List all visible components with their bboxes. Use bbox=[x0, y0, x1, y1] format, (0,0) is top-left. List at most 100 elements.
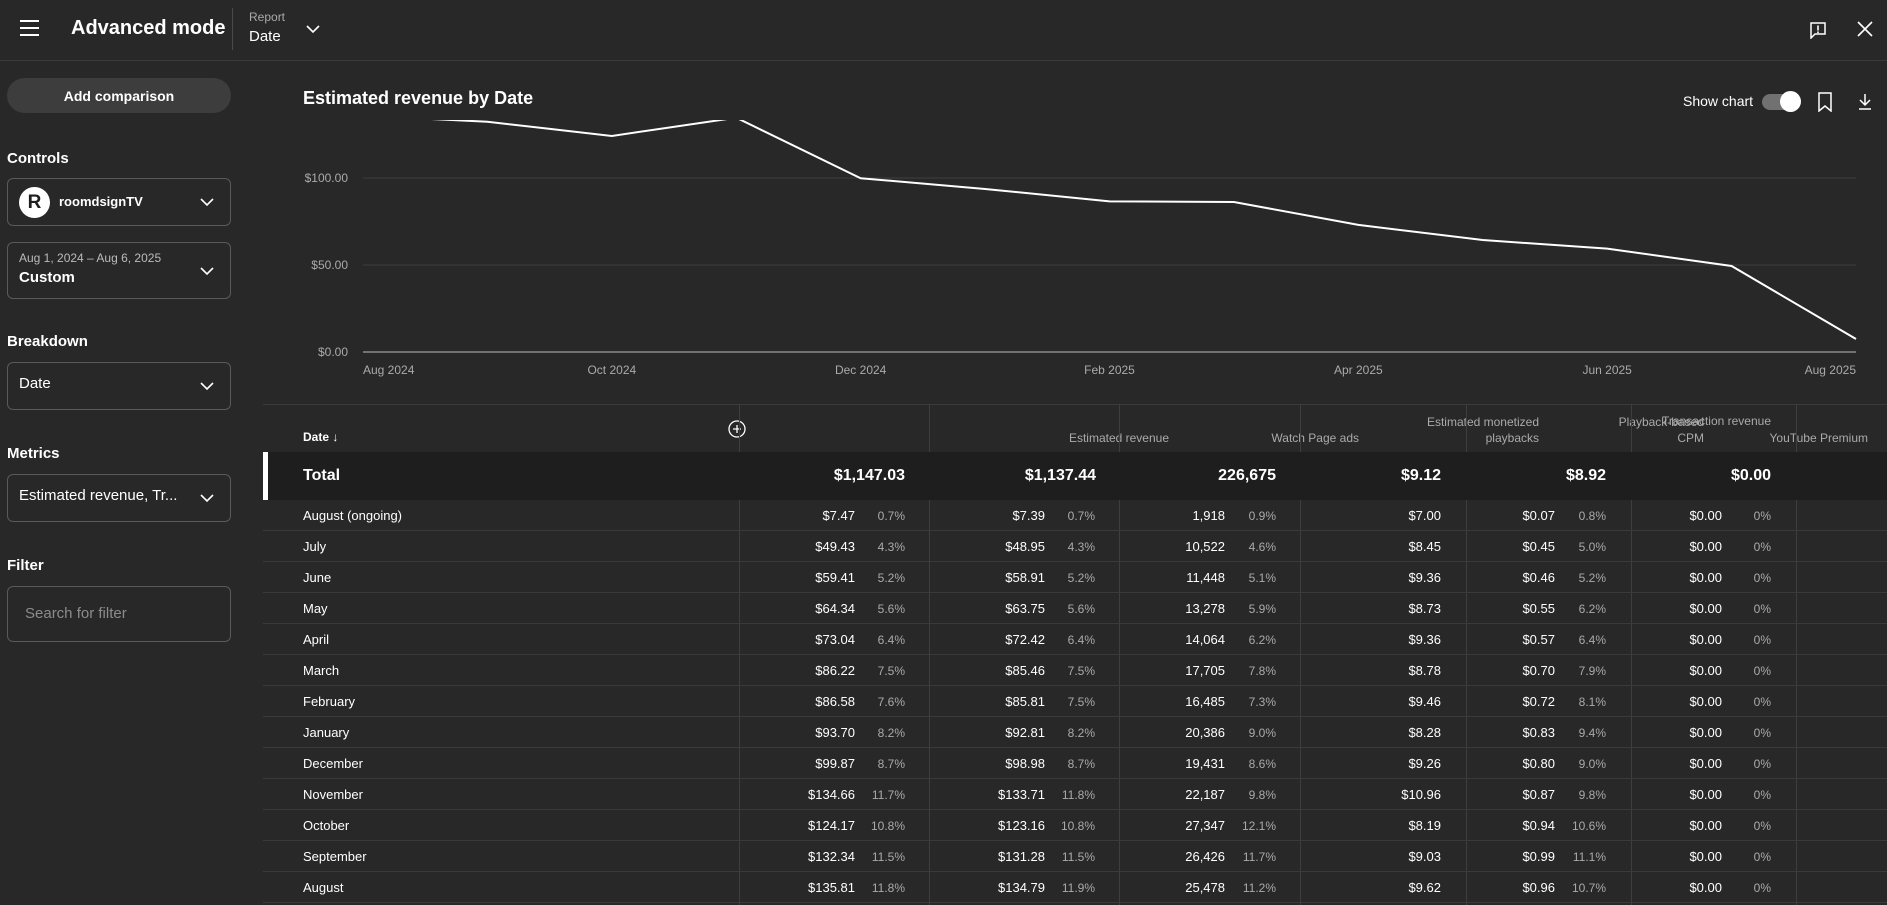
table-row[interactable]: March $86.22 7.5% $85.46 7.5% 17,705 7.8% $8.78… bbox=[263, 655, 1887, 686]
cell-value: $93.70 bbox=[815, 725, 855, 740]
cell-value: $92.81 bbox=[1005, 725, 1045, 740]
add-comparison-button[interactable]: Add comparison bbox=[7, 78, 231, 113]
cell-percent: 11.8% bbox=[1061, 788, 1095, 802]
cell-value: $0.00 bbox=[1689, 663, 1722, 678]
cell-value: $7.47 bbox=[822, 508, 855, 523]
cell-value: $135.81 bbox=[808, 880, 855, 895]
cell-percent: 0% bbox=[1753, 757, 1771, 771]
column-header-date[interactable]: Date ↓ bbox=[303, 430, 338, 444]
table-row[interactable]: August $135.81 11.8% $134.79 11.9% 25,478 11.2… bbox=[263, 872, 1887, 903]
filter-search-input[interactable]: Search for filter bbox=[7, 586, 231, 642]
table-row[interactable]: February $86.58 7.6% $85.81 7.5% 16,485 7.3% $9… bbox=[263, 686, 1887, 717]
menu-icon[interactable] bbox=[20, 20, 39, 36]
cell-value: 13,278 bbox=[1185, 601, 1225, 616]
cell-percent: 0% bbox=[1753, 633, 1771, 647]
table-row[interactable]: January $93.70 8.2% $92.81 8.2% 20,386 9.0% $8.… bbox=[263, 717, 1887, 748]
column-header-transaction-revenue[interactable]: Transaction revenue bbox=[1640, 413, 1771, 429]
cell-percent: 10.8% bbox=[1060, 819, 1095, 833]
cell-percent: 10.6% bbox=[1571, 819, 1606, 833]
cell-value: $86.58 bbox=[815, 694, 855, 709]
chevron-down-icon bbox=[200, 266, 214, 275]
metrics-label: Metrics bbox=[7, 445, 60, 462]
cell-value: $0.00 bbox=[1689, 632, 1722, 647]
cell-percent: 0% bbox=[1753, 540, 1771, 554]
cell-percent: 0.8% bbox=[1578, 509, 1606, 523]
avatar: R bbox=[19, 187, 50, 218]
cell-percent: 4.3% bbox=[877, 540, 905, 554]
chevron-down-icon[interactable] bbox=[306, 22, 320, 36]
date-preset: Custom bbox=[19, 269, 75, 286]
cell-value: $0.00 bbox=[1689, 818, 1722, 833]
cell-percent: 5.6% bbox=[877, 602, 905, 616]
table-row[interactable]: July $49.43 4.3% $48.95 4.3% 10,522 4.6% $8.45 $… bbox=[263, 531, 1887, 562]
table-row[interactable]: May $64.34 5.6% $63.75 5.6% 13,278 5.9% $8.73 $0… bbox=[263, 593, 1887, 624]
revenue-line-chart: $100.00 $50.00 $0.00 Aug 2024 Oct 2024 Dec 20… bbox=[305, 120, 1857, 377]
x-tick-label: Oct 2024 bbox=[587, 363, 636, 377]
column-header-monetized-playbacks[interactable]: Estimated monetized playbacks bbox=[1409, 414, 1539, 446]
table-row[interactable]: November $134.66 11.7% $133.71 11.8% 22,187 9.… bbox=[263, 779, 1887, 810]
row-date-label: September bbox=[303, 849, 367, 864]
cell-percent: 0% bbox=[1753, 602, 1771, 616]
cell-value: $0.72 bbox=[1522, 694, 1555, 709]
date-range-selector[interactable]: Aug 1, 2024 – Aug 6, 2025 Custom bbox=[7, 242, 231, 299]
cell-percent: 8.2% bbox=[1067, 726, 1095, 740]
total-value: 226,675 bbox=[1218, 467, 1276, 484]
cell-value: $7.00 bbox=[1408, 508, 1441, 523]
row-date-label: July bbox=[303, 539, 327, 554]
table-row[interactable]: December $99.87 8.7% $98.98 8.7% 19,431 8.6% $9… bbox=[263, 748, 1887, 779]
breakdown-label: Breakdown bbox=[7, 333, 88, 350]
date-range-text: Aug 1, 2024 – Aug 6, 2025 bbox=[19, 251, 162, 265]
table-row[interactable]: June $59.41 5.2% $58.91 5.2% 11,448 5.1% $9.36 $… bbox=[263, 562, 1887, 593]
cell-value: $0.45 bbox=[1522, 539, 1555, 554]
total-value: $0.00 bbox=[1730, 467, 1771, 484]
report-selector[interactable]: Date bbox=[249, 28, 281, 45]
cell-value: $0.55 bbox=[1522, 601, 1555, 616]
channel-name: roomdsignTV bbox=[59, 194, 143, 209]
cell-value: 10,522 bbox=[1185, 539, 1225, 554]
cell-percent: 0% bbox=[1753, 850, 1771, 864]
feedback-icon[interactable] bbox=[1809, 21, 1827, 39]
cell-value: $9.36 bbox=[1408, 632, 1441, 647]
cell-percent: 8.7% bbox=[877, 757, 905, 771]
cell-value: $0.00 bbox=[1689, 601, 1722, 616]
cell-value: 20,386 bbox=[1185, 725, 1225, 740]
cell-percent: 5.6% bbox=[1067, 602, 1095, 616]
table-row[interactable]: September $132.34 11.5% $131.28 11.5% 26,426 1… bbox=[263, 841, 1887, 872]
cell-percent: 7.8% bbox=[1248, 664, 1276, 678]
cell-percent: 6.2% bbox=[1578, 602, 1606, 616]
breakdown-selector[interactable]: Date bbox=[7, 362, 231, 410]
cell-percent: 6.4% bbox=[1578, 633, 1606, 647]
chevron-down-icon bbox=[200, 494, 214, 503]
chevron-down-icon bbox=[200, 198, 214, 207]
column-header-youtube-premium[interactable]: YouTube Premium bbox=[1770, 430, 1869, 446]
cell-value: $8.28 bbox=[1408, 725, 1441, 740]
cell-value: 16,485 bbox=[1185, 694, 1225, 709]
cell-value: $48.95 bbox=[1005, 539, 1045, 554]
cell-value: $0.00 bbox=[1689, 539, 1722, 554]
cell-percent: 0% bbox=[1753, 726, 1771, 740]
metrics-selector[interactable]: Estimated revenue, Tr... bbox=[7, 474, 231, 522]
cell-value: $0.00 bbox=[1689, 725, 1722, 740]
cell-value: $124.17 bbox=[808, 818, 855, 833]
table-row[interactable]: August (ongoing) $7.47 0.7% $7.39 0.7% 1,918 0… bbox=[263, 500, 1887, 531]
cell-value: $0.83 bbox=[1522, 725, 1555, 740]
cell-value: 17,705 bbox=[1185, 663, 1225, 678]
table-row[interactable]: April $73.04 6.4% $72.42 6.4% 14,064 6.2% $9.36… bbox=[263, 624, 1887, 655]
close-icon[interactable] bbox=[1856, 20, 1874, 38]
cell-value: $134.66 bbox=[808, 787, 855, 802]
cell-percent: 12.1% bbox=[1241, 819, 1276, 833]
table-row[interactable]: October $124.17 10.8% $123.16 10.8% 27,347 12.… bbox=[263, 810, 1887, 841]
channel-selector[interactable]: R roomdsignTV bbox=[7, 178, 231, 226]
cell-percent: 5.0% bbox=[1578, 540, 1606, 554]
cell-value: $9.03 bbox=[1408, 849, 1441, 864]
cell-percent: 5.1% bbox=[1248, 571, 1276, 585]
chevron-down-icon bbox=[200, 382, 214, 391]
cell-value: $0.00 bbox=[1689, 570, 1722, 585]
cell-value: $0.00 bbox=[1689, 694, 1722, 709]
column-header-watch-page-ads[interactable]: Watch Page ads bbox=[1271, 430, 1359, 446]
add-column-icon[interactable] bbox=[728, 420, 746, 438]
y-tick-label: $0.00 bbox=[318, 345, 348, 359]
row-date-label: November bbox=[303, 787, 363, 802]
cell-value: $9.46 bbox=[1408, 694, 1441, 709]
cell-value: $8.45 bbox=[1408, 539, 1441, 554]
